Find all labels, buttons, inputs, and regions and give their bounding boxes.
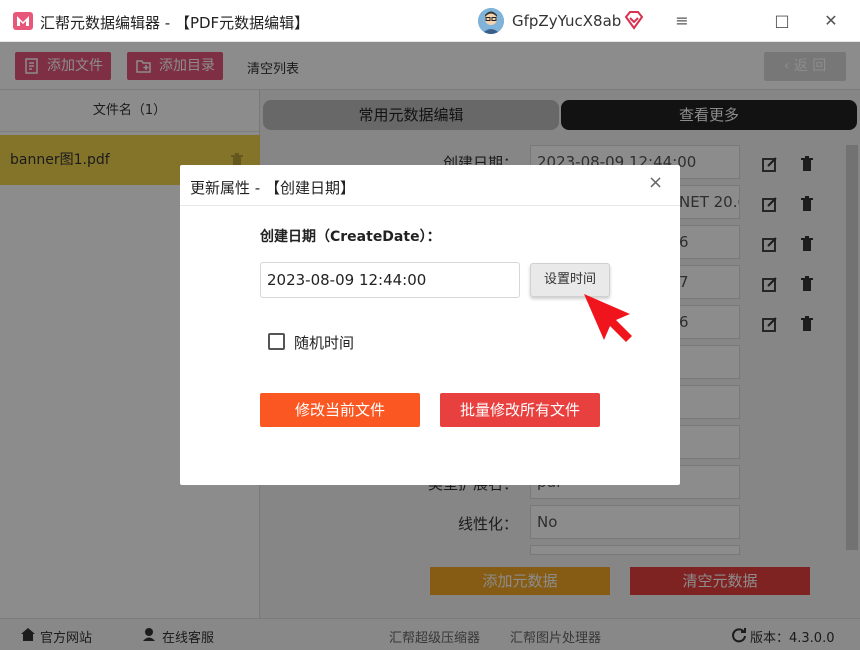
random-time-label[interactable]: 随机时间	[294, 332, 354, 353]
avatar-icon	[478, 8, 504, 34]
modify-current-file-button[interactable]: 修改当前文件	[260, 393, 420, 427]
vip-diamond-icon[interactable]	[624, 10, 644, 30]
window-title: 汇帮元数据编辑器 - 【PDF元数据编辑】	[40, 14, 310, 32]
dialog-divider	[180, 205, 680, 206]
menu-icon[interactable]: ≡	[672, 11, 692, 31]
random-time-checkbox[interactable]	[268, 333, 285, 350]
dialog-close-icon[interactable]: ×	[648, 174, 664, 192]
create-date-label: 创建日期（CreateDate）：	[260, 229, 441, 245]
pointer-arrow-icon	[584, 294, 632, 342]
dialog-title: 更新属性 - 【创建日期】	[190, 179, 355, 197]
username[interactable]: GfpZyYucX8ab	[512, 12, 621, 30]
close-icon[interactable]: ✕	[821, 11, 841, 31]
user-avatar[interactable]	[478, 8, 504, 34]
title-bar: 汇帮元数据编辑器 - 【PDF元数据编辑】 GfpZyYucX8ab ≡ □ ✕	[0, 0, 860, 42]
batch-modify-all-button[interactable]: 批量修改所有文件	[440, 393, 600, 427]
app-logo-icon	[13, 12, 33, 30]
create-date-input[interactable]: 2023-08-09 12:44:00	[260, 262, 520, 298]
maximize-icon[interactable]: □	[772, 11, 792, 31]
